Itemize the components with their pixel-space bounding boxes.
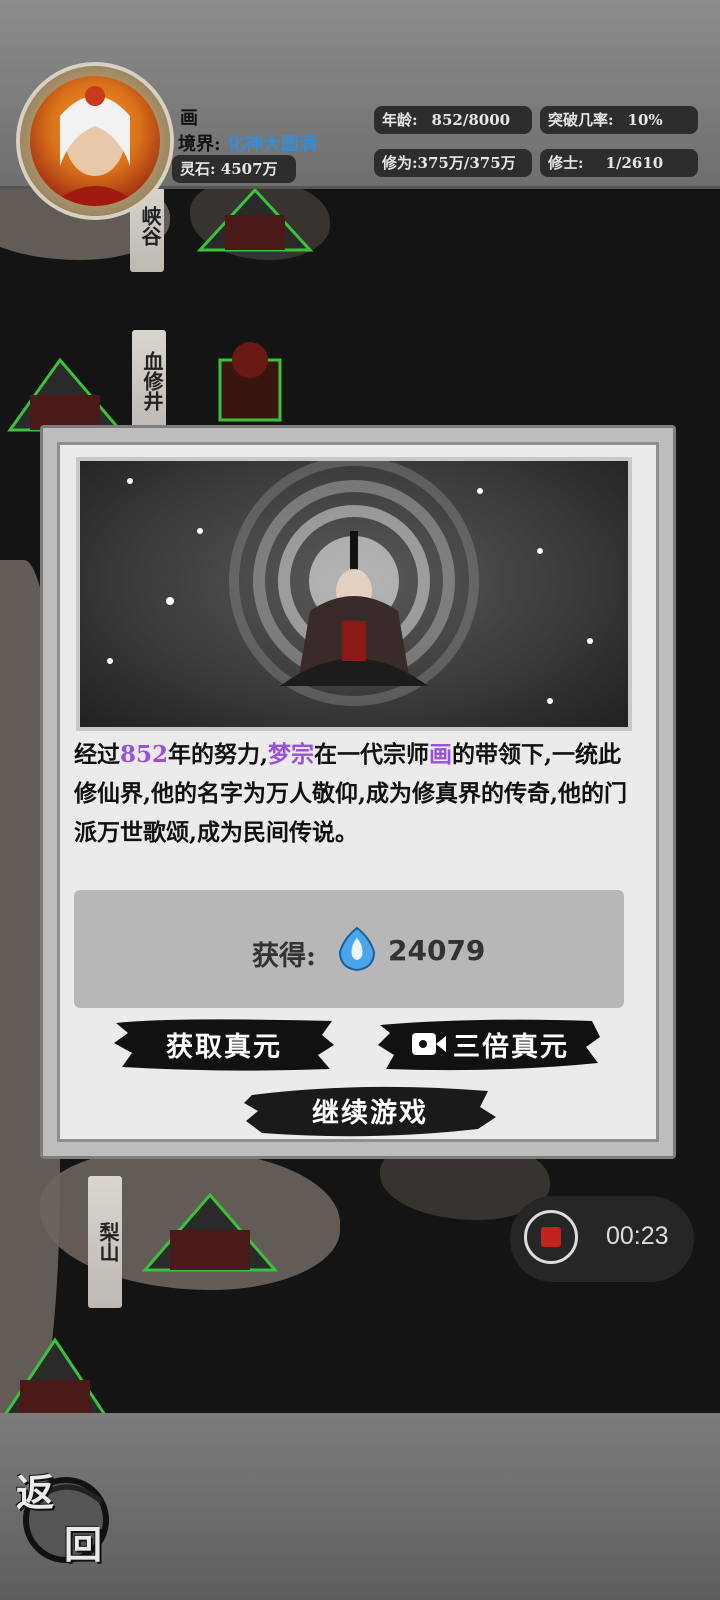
story-text-part: 年的努力, (168, 741, 269, 768)
breakthrough-label: 突破几率: (548, 111, 614, 129)
temple-icon[interactable] (140, 1180, 280, 1280)
age-pill: 年龄: 852/8000 (374, 106, 532, 134)
reward-label: 获得: (252, 941, 316, 972)
continue-game-label: 继续游戏 (312, 1097, 428, 1129)
get-essence-button[interactable]: 获取真元 (112, 1015, 336, 1073)
dialog-panel: 经过852年的努力,梦宗在一代宗师画的带领下,一统此修仙界,他的名字为万人敬仰,… (57, 442, 659, 1142)
story-text-part: 在一代宗师 (314, 741, 430, 768)
sect-name-highlight: 梦宗 (268, 741, 315, 768)
temple-icon[interactable] (0, 1330, 110, 1420)
continue-game-button[interactable]: 继续游戏 (242, 1081, 498, 1139)
character-portrait-icon (50, 86, 140, 206)
meditation-scene-image (76, 457, 632, 731)
triple-essence-label: 三倍真元 (411, 1025, 569, 1064)
temple-icon[interactable] (190, 180, 320, 260)
avatar[interactable] (30, 76, 160, 206)
stop-record-button[interactable] (524, 1210, 578, 1264)
years-highlight: 852 (120, 741, 169, 768)
screen-recorder-widget[interactable]: 00:23 (510, 1196, 694, 1282)
breakthrough-value: 10% (627, 111, 663, 129)
disciples-label: 修士: (548, 154, 584, 172)
realm-value: 化神大圆满 (226, 134, 317, 155)
age-value: 852/8000 (431, 111, 511, 129)
back-label-bottom: 回 (64, 1522, 103, 1567)
breakthrough-pill: 突破几率: 10% (540, 106, 698, 134)
story-text-part: 经过 (74, 741, 120, 768)
back-label-top: 返 (16, 1470, 55, 1515)
spirit-stone-pill: 灵石: 4507万 (172, 155, 296, 183)
record-timer: 00:23 (606, 1222, 669, 1250)
place-label-blood-well[interactable]: 血修井 (132, 330, 166, 432)
story-text: 经过852年的努力,梦宗在一代宗师画的带领下,一统此修仙界,他的名字为万人敬仰,… (74, 735, 634, 852)
age-label: 年龄: (382, 111, 418, 129)
blood-well-icon[interactable] (200, 330, 300, 425)
realm-label: 境界: (178, 134, 221, 155)
true-essence-crystal-icon (338, 926, 376, 972)
player-name: 画 (180, 108, 198, 129)
reward-panel: 获得: 24079 (74, 890, 624, 1008)
video-camera-icon (412, 1033, 446, 1055)
triple-essence-text: 三倍真元 (453, 1031, 569, 1063)
realm-info: 境界: 化神大圆满 (178, 130, 317, 156)
ascension-dialog: 经过852年的努力,梦宗在一代宗师画的带领下,一统此修仙界,他的名字为万人敬仰,… (40, 425, 676, 1159)
avatar-frame[interactable] (20, 66, 170, 216)
disciples-value: 1/2610 (605, 154, 664, 172)
reward-value: 24079 (388, 934, 486, 967)
player-header: 画 境界: 化神大圆满 灵石: 4507万 年龄: 852/8000 突破几率: 1… (0, 0, 720, 216)
back-button[interactable]: 返 回 (14, 1462, 114, 1572)
disciples-pill: 修士: 1/2610 (540, 149, 698, 177)
master-name-highlight: 画 (429, 741, 453, 768)
vortex-illustration (107, 461, 593, 706)
cultivation-pill: 修为:375万/375万 (374, 149, 532, 177)
triple-essence-button[interactable]: 三倍真元 (378, 1015, 602, 1073)
get-essence-label: 获取真元 (166, 1031, 282, 1063)
place-label-li-mountain[interactable]: 梨山 (88, 1176, 122, 1308)
